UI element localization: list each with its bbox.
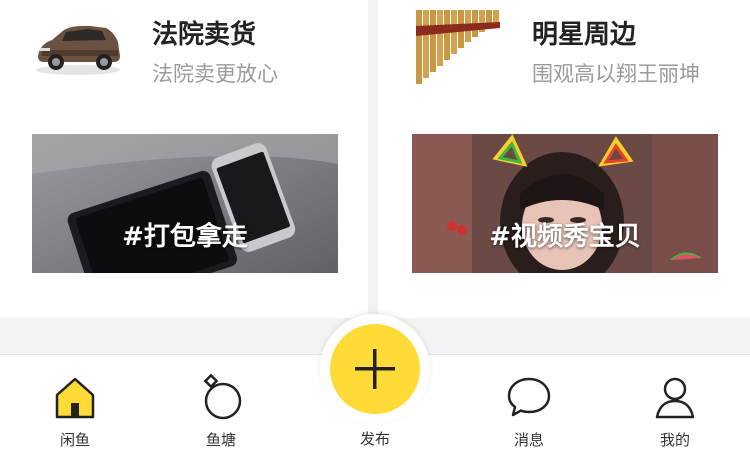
tab-home[interactable]: 闲鱼: [20, 355, 130, 454]
tab-profile[interactable]: 我的: [620, 355, 730, 454]
chat-bubble-icon: [507, 377, 551, 417]
card-title: 明星周边: [532, 20, 637, 50]
card-subtitle: 围观高以翔王丽坤: [532, 62, 700, 86]
pan-flute-icon: [412, 6, 504, 84]
pond-ring-icon: [203, 373, 242, 420]
tab-label: 闲鱼: [59, 431, 90, 449]
publish-button[interactable]: [330, 324, 420, 414]
promo-banner-pack-and-go[interactable]: #打包拿走: [32, 134, 338, 273]
publish-label: 发布: [359, 430, 390, 448]
tab-label: 我的: [659, 431, 690, 449]
plus-icon: [355, 349, 395, 389]
banner-label: #打包拿走: [122, 222, 248, 252]
promo-banner-video-showcase[interactable]: #视频秀宝贝: [412, 134, 718, 273]
user-icon: [655, 377, 695, 419]
suv-car-icon: [32, 10, 124, 82]
feature-card-court-sale[interactable]: 法院卖货 法院卖更放心 #打包拿走: [0, 0, 368, 318]
banner-label: #视频秀宝贝: [489, 222, 641, 252]
tab-label: 消息: [513, 431, 544, 449]
card-title: 法院卖货: [152, 20, 257, 50]
tab-messages[interactable]: 消息: [474, 355, 584, 454]
tab-pond[interactable]: 鱼塘: [166, 355, 276, 454]
card-subtitle: 法院卖更放心: [152, 62, 278, 86]
home-icon: [55, 377, 95, 419]
tab-label: 鱼塘: [205, 431, 236, 449]
feature-card-celebrity-merch[interactable]: 明星周边 围观高以翔王丽坤 #视频秀宝贝: [378, 0, 750, 318]
